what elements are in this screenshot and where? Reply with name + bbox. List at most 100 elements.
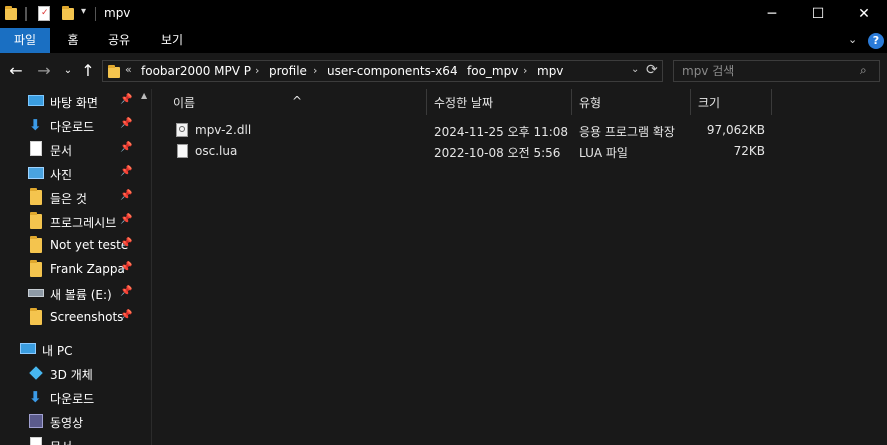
window-title: mpv <box>104 6 131 20</box>
sidebar-item-label: Not yet teste <box>50 238 129 252</box>
file-size: 97,062KB <box>706 123 765 137</box>
search-input[interactable] <box>682 63 852 79</box>
sidebar-item-downloads[interactable]: ⬇ 다운로드 <box>0 385 138 409</box>
maximize-button[interactable]: ☐ <box>795 0 841 28</box>
sidebar-item-label: 다운로드 <box>50 392 95 406</box>
file-size: 72KB <box>733 144 765 158</box>
column-header-label: 크기 <box>698 96 721 110</box>
pin-icon: 📌 <box>120 214 133 225</box>
chevron-right-icon[interactable]: › <box>453 64 457 77</box>
sidebar-item-label: 새 볼륨 (E:) <box>50 288 112 302</box>
file-type: 응용 프로그램 확장 <box>579 125 675 139</box>
tab-view-label: 보기 <box>160 33 184 47</box>
sidebar-item-folder[interactable]: Screenshots 📌 <box>0 305 138 329</box>
pin-icon: 📌 <box>120 94 133 105</box>
column-header-label: 유형 <box>579 96 602 110</box>
minimize-icon: ─ <box>767 6 777 22</box>
forward-arrow-icon[interactable]: → <box>34 61 54 81</box>
folder-icon <box>30 188 42 205</box>
properties-icon[interactable]: ✓ <box>38 6 50 21</box>
chevron-right-icon[interactable]: › <box>313 64 317 77</box>
sidebar-item-documents[interactable]: 문서 <box>0 433 138 445</box>
back-arrow-icon[interactable]: ← <box>6 61 26 81</box>
breadcrumb-user-components[interactable]: user-components-x64 <box>327 64 458 78</box>
title-bar: ✓ ▾ mpv ─ ☐ ✕ <box>0 0 887 28</box>
file-modified: 2022-10-08 오전 5:56 <box>434 146 561 160</box>
breadcrumb-foobar[interactable]: foobar2000 MPV P <box>141 64 251 78</box>
documents-icon <box>30 437 42 445</box>
breadcrumb-foo-mpv[interactable]: foo_mpv <box>467 64 518 78</box>
address-row: ← → ⌄ ↑ « foobar2000 MPV P › profile › u… <box>0 53 887 89</box>
sort-ascending-icon: ^ <box>292 94 303 108</box>
refresh-icon[interactable]: ⟳ <box>646 62 658 78</box>
sidebar-item-folder[interactable]: 들은 것 📌 <box>0 185 138 209</box>
breadcrumb-mpv[interactable]: mpv <box>537 64 563 78</box>
drive-icon <box>28 289 44 297</box>
sidebar-scrollbar[interactable]: ▲ <box>138 89 151 445</box>
pin-icon: 📌 <box>120 310 133 321</box>
sidebar-item-folder[interactable]: Not yet teste 📌 <box>0 233 138 257</box>
sidebar-item-drive[interactable]: 새 볼륨 (E:) 📌 <box>0 281 138 305</box>
customize-toolbar-icon[interactable]: ▾ <box>81 6 86 17</box>
table-row[interactable]: mpv-2.dll 2024-11-25 오후 11:08 응용 프로그램 확장… <box>170 120 790 141</box>
tab-file[interactable]: 파일 <box>0 28 50 53</box>
videos-icon <box>29 414 43 428</box>
sidebar-item-documents[interactable]: 문서 📌 <box>0 137 138 161</box>
tab-home[interactable]: 홈 <box>55 28 91 53</box>
folder-icon <box>30 236 42 253</box>
breadcrumb-profile[interactable]: profile <box>269 64 307 78</box>
sidebar-item-label: 동영상 <box>50 416 84 430</box>
column-header-label: 수정한 날짜 <box>434 96 494 110</box>
file-list: ^ 이름 수정한 날짜 유형 크기 mpv-2.dll 2024-11-25 오… <box>152 89 887 445</box>
separator <box>25 7 27 21</box>
sidebar-item-downloads[interactable]: ⬇ 다운로드 📌 <box>0 113 138 137</box>
sidebar-item-3d-objects[interactable]: 3D 개체 <box>0 361 138 385</box>
sidebar-item-desktop[interactable]: 바탕 화면 📌 <box>0 89 138 113</box>
sidebar-item-label: 다운로드 <box>50 120 95 134</box>
help-icon[interactable]: ? <box>868 33 884 49</box>
tab-view[interactable]: 보기 <box>150 28 194 53</box>
column-header-type[interactable]: 유형 <box>572 89 690 115</box>
pin-icon: 📌 <box>120 166 133 177</box>
maximize-icon: ☐ <box>811 6 825 22</box>
minimize-button[interactable]: ─ <box>749 0 795 28</box>
scroll-up-icon[interactable]: ▲ <box>141 91 147 100</box>
chevron-right-icon[interactable]: › <box>523 64 527 77</box>
file-name: osc.lua <box>195 144 238 158</box>
download-icon: ⬇ <box>29 388 42 406</box>
search-box[interactable]: ⌕ <box>673 60 880 82</box>
sidebar-item-this-pc[interactable]: 내 PC <box>0 337 138 361</box>
new-folder-icon[interactable] <box>62 6 74 20</box>
recent-locations-icon[interactable]: ⌄ <box>58 61 78 81</box>
sidebar-item-label: 문서 <box>50 438 72 445</box>
sidebar-item-label: 프로그레시브 <box>50 216 117 230</box>
tab-home-label: 홈 <box>67 33 79 47</box>
column-divider[interactable] <box>771 89 772 115</box>
sidebar-item-folder[interactable]: Frank Zappa 📌 <box>0 257 138 281</box>
overflow-icon[interactable]: « <box>125 63 132 76</box>
column-header-name[interactable]: ^ 이름 <box>152 89 426 115</box>
sidebar-item-label: 3D 개체 <box>50 368 93 382</box>
chevron-right-icon[interactable]: › <box>255 64 259 77</box>
address-dropdown-icon[interactable]: ⌄ <box>631 64 639 75</box>
sidebar-item-label: 바탕 화면 <box>50 96 98 110</box>
file-type: LUA 파일 <box>579 146 628 160</box>
tab-share[interactable]: 공유 <box>96 28 142 53</box>
search-icon: ⌕ <box>860 63 867 77</box>
pin-icon: 📌 <box>120 190 133 201</box>
up-arrow-icon[interactable]: ↑ <box>78 61 98 81</box>
column-header-modified[interactable]: 수정한 날짜 <box>427 89 571 115</box>
sidebar-item-pictures[interactable]: 사진 📌 <box>0 161 138 185</box>
sidebar-item-videos[interactable]: 동영상 <box>0 409 138 433</box>
sidebar-item-label: 들은 것 <box>50 192 87 206</box>
table-row[interactable]: osc.lua 2022-10-08 오전 5:56 LUA 파일 72KB <box>170 141 790 162</box>
pin-icon: 📌 <box>120 262 133 273</box>
file-name: mpv-2.dll <box>195 123 252 137</box>
sidebar-item-folder[interactable]: 프로그레시브 📌 <box>0 209 138 233</box>
expand-ribbon-icon[interactable]: ⌄ <box>848 33 857 46</box>
address-bar[interactable]: « foobar2000 MPV P › profile › user-comp… <box>102 60 663 82</box>
download-icon: ⬇ <box>29 116 42 134</box>
tab-share-label: 공유 <box>107 33 131 47</box>
close-button[interactable]: ✕ <box>841 0 887 28</box>
column-header-size[interactable]: 크기 <box>691 89 771 115</box>
